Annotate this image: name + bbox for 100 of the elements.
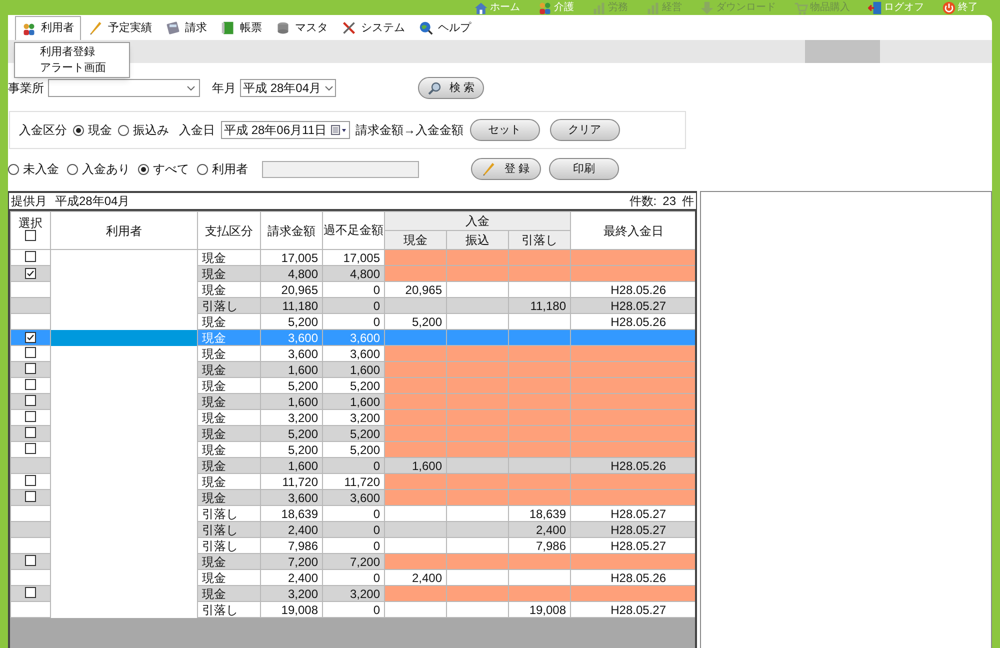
table-cell: 3,600 [260,490,322,506]
field-label: 入金区分 [19,122,67,139]
table-cell [446,346,508,362]
office-select[interactable] [48,79,200,97]
menu-tab[interactable]: システム [336,16,411,40]
dropdown-item[interactable]: 利用者登録 [15,44,129,60]
search-button[interactable]: 検 索 [418,77,484,99]
table-cell: 19,008 [508,602,571,618]
table-cell [446,250,508,266]
print-button[interactable]: 印刷 [549,158,619,180]
table-cell: 20,965 [260,282,322,298]
radio-option[interactable]: 振込み [118,121,169,139]
table-cell [384,266,446,282]
table-cell [508,250,571,266]
table-cell [384,426,446,442]
set-button[interactable]: セット [470,119,540,141]
radio-option[interactable]: 現金 [73,121,112,139]
table-cell [384,362,446,378]
checkbox[interactable] [25,332,36,342]
table-cell [446,586,508,602]
checkbox[interactable] [25,268,36,278]
chart-icon [592,0,606,14]
table-cell: H28.05.26 [570,314,695,330]
calendar-icon [330,125,346,135]
table-cell: 現金 [198,394,260,410]
table-cell: 5,200 [322,426,384,442]
table-cell: H28.05.27 [570,538,695,554]
table-cell [446,442,508,458]
date-field[interactable]: 平成 28年06月11日 [221,121,350,139]
table-cell: 0 [322,506,384,522]
menu-tab[interactable]: 予定実績 [83,16,158,40]
table-cell: 現金 [198,442,260,458]
table-cell: H28.05.27 [570,298,695,314]
table-cell [508,346,571,362]
menu-tab[interactable]: 請求 [160,16,213,40]
down-arrow-icon [700,0,714,14]
table-cell: 引落し [198,506,260,522]
table-cell [384,442,446,458]
checkbox[interactable] [25,362,36,374]
summary-label: 件 [682,193,694,210]
pencil-icon [482,162,496,176]
radio-option[interactable]: すべて [138,160,189,178]
table-cell: 3,600 [322,490,384,506]
table-cell: 現金 [198,458,260,474]
table-cell [446,522,508,538]
globe-icon [419,21,433,35]
book-icon [221,21,235,35]
table-cell [384,506,446,522]
table-cell [508,458,571,474]
field-label: 事業所 [8,80,44,97]
menu-tab[interactable]: ヘルプ [413,16,477,40]
caret-icon [187,86,195,90]
checkbox[interactable] [25,426,36,438]
user-field[interactable] [262,160,419,178]
radio-option[interactable]: 利用者 [197,160,248,178]
table-cell: H28.05.27 [570,602,695,618]
month-select[interactable]: 平成 28年04月 [240,79,336,97]
register-button[interactable]: 登 録 [471,158,541,180]
checkbox[interactable] [25,554,36,566]
checkbox[interactable] [25,490,36,502]
clear-button[interactable]: クリア [550,119,620,141]
table-cell: H28.05.26 [570,570,695,586]
checkbox[interactable] [25,442,36,454]
checkbox[interactable] [25,230,36,241]
table-cell: 4,800 [260,266,322,282]
table-cell: 現金 [198,282,260,298]
table-cell: 11,180 [508,298,571,314]
checkbox[interactable] [25,410,36,422]
checkbox[interactable] [25,586,36,598]
checkbox[interactable] [25,474,36,486]
table-cell [446,570,508,586]
checkbox[interactable] [25,394,36,406]
checkbox[interactable] [25,346,36,358]
radio-option[interactable]: 入金あり [67,160,130,178]
table-cell [446,458,508,474]
table-cell [508,266,571,282]
table-cell: 0 [322,522,384,538]
people-icon [22,22,36,36]
checkbox[interactable] [25,250,36,262]
table-cell [384,586,446,602]
table-cell: 17,005 [260,250,322,266]
menu-tab[interactable]: 利用者 [15,16,81,40]
table-cell: 3,200 [260,586,322,602]
menu-tab[interactable]: マスタ [270,16,334,40]
table-cell: H28.05.26 [570,282,695,298]
table-cell [508,410,571,426]
table-cell: 引落し [198,538,260,554]
table-cell [508,474,571,490]
table-cell: 7,200 [322,554,384,570]
menu-tab[interactable]: 帳票 [215,16,268,40]
checkbox[interactable] [25,378,36,390]
table-cell [446,282,508,298]
radio-option[interactable]: 未入金 [8,160,59,178]
table-cell [508,586,571,602]
table-cell: H28.05.27 [570,506,695,522]
dropdown-item[interactable]: アラート画面 [15,60,129,76]
table-cell: 19,008 [260,602,322,618]
table-cell: 現金 [198,426,260,442]
table-cell [446,394,508,410]
table-cell: 現金 [198,330,260,346]
